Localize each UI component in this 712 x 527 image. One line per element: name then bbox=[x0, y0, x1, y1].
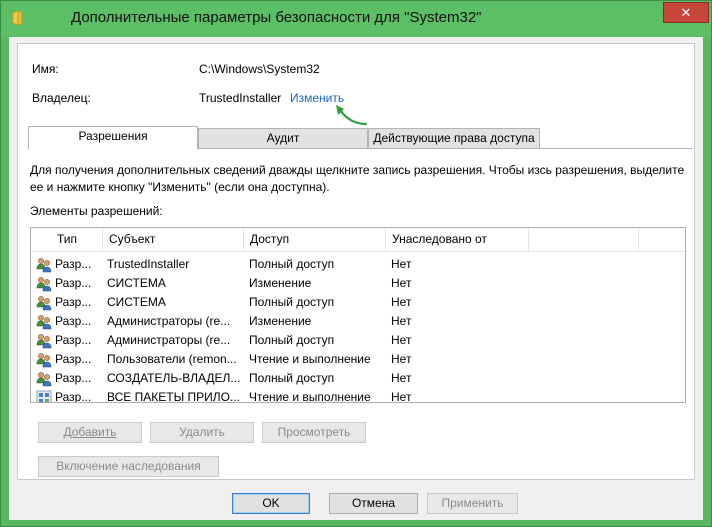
app-packages-icon bbox=[36, 390, 52, 402]
dialog-client-area: Имя: C:\Windows\System32 Владелец: Trust… bbox=[9, 37, 703, 520]
close-button[interactable]: ✕ bbox=[663, 2, 709, 23]
owner-value: TrustedInstaller bbox=[199, 91, 282, 105]
apply-button[interactable]: Применить bbox=[427, 493, 518, 514]
cell-inherited-from: Нет bbox=[391, 352, 412, 366]
cell-access: Полный доступ bbox=[249, 371, 335, 385]
table-header: Тип Субъект Доступ Унаследовано от bbox=[31, 228, 685, 252]
cell-access: Чтение и выполнение bbox=[249, 390, 371, 403]
window-title: Дополнительные параметры безопасности дл… bbox=[71, 9, 482, 26]
tab-strip: Разрешения Аудит Действующие права досту… bbox=[28, 126, 688, 150]
column-header-access[interactable]: Доступ bbox=[244, 228, 386, 252]
tab-effective-access[interactable]: Действующие права доступа bbox=[368, 128, 540, 149]
folder-icon bbox=[12, 10, 23, 26]
users-icon bbox=[36, 371, 52, 387]
table-row[interactable]: Разр... Администраторы (re... Изменение Нет bbox=[31, 312, 685, 331]
cell-principal: Администраторы (re... bbox=[107, 314, 231, 328]
cell-principal: СИСТЕМА bbox=[107, 295, 166, 309]
cell-access: Изменение bbox=[249, 314, 312, 328]
enable-inheritance-button[interactable]: Включение наследования bbox=[38, 456, 219, 477]
cell-access: Полный доступ bbox=[249, 333, 335, 347]
cell-access: Чтение и выполнение bbox=[249, 352, 371, 366]
cell-inherited-from: Нет bbox=[391, 257, 412, 271]
view-button[interactable]: Просмотреть bbox=[262, 422, 366, 443]
cell-type: Разр... bbox=[55, 371, 92, 385]
table-row[interactable]: Разр... ВСЕ ПАКЕТЫ ПРИЛО... Чтение и выпол… bbox=[31, 388, 685, 403]
table-row[interactable]: Разр... СИСТЕМА Изменение Нет bbox=[31, 274, 685, 293]
change-owner-link[interactable]: Изменить bbox=[290, 91, 344, 105]
cell-access: Изменение bbox=[249, 276, 312, 290]
cell-inherited-from: Нет bbox=[391, 295, 412, 309]
cell-principal: ВСЕ ПАКЕТЫ ПРИЛО... bbox=[107, 390, 240, 403]
add-button[interactable]: Добавить bbox=[38, 422, 142, 443]
cell-inherited-from: Нет bbox=[391, 371, 412, 385]
table-row[interactable]: Разр... СОЗДАТЕЛЬ-ВЛАДЕЛ... Полный доступ Н… bbox=[31, 369, 685, 388]
cell-principal: Пользователи (remon... bbox=[107, 352, 237, 366]
cell-type: Разр... bbox=[55, 352, 92, 366]
cell-type: Разр... bbox=[55, 276, 92, 290]
permission-entries-table[interactable]: Тип Субъект Доступ Унаследовано от Разр.… bbox=[30, 227, 686, 403]
cancel-button[interactable]: Отмена bbox=[329, 493, 418, 514]
cell-inherited-from: Нет bbox=[391, 314, 412, 328]
cell-principal: Администраторы (re... bbox=[107, 333, 231, 347]
users-icon bbox=[36, 314, 52, 330]
owner-label: Владелец: bbox=[32, 91, 91, 105]
column-header-principal[interactable]: Субъект bbox=[103, 228, 244, 252]
users-icon bbox=[36, 333, 52, 349]
table-row[interactable]: Разр... СИСТЕМА Полный доступ Нет bbox=[31, 293, 685, 312]
users-icon bbox=[36, 295, 52, 311]
users-icon bbox=[36, 352, 52, 368]
cell-type: Разр... bbox=[55, 295, 92, 309]
permission-entries-label: Элементы разрешений: bbox=[30, 204, 163, 218]
column-header-inherited-from[interactable]: Унаследовано от bbox=[386, 228, 529, 252]
tab-permissions[interactable]: Разрешения bbox=[28, 126, 198, 150]
content-panel: Имя: C:\Windows\System32 Владелец: Trust… bbox=[17, 43, 695, 480]
tab-audit[interactable]: Аудит bbox=[198, 128, 368, 149]
table-row[interactable]: Разр... Пользователи (remon... Чтение и вы… bbox=[31, 350, 685, 369]
column-header-spacer bbox=[529, 228, 639, 252]
cell-type: Разр... bbox=[55, 257, 92, 271]
cell-inherited-from: Нет bbox=[391, 276, 412, 290]
users-icon bbox=[36, 276, 52, 292]
name-value: C:\Windows\System32 bbox=[199, 62, 320, 76]
add-button-label: Добавить bbox=[63, 425, 117, 439]
table-row[interactable]: Разр... TrustedInstaller Полный доступ Нет bbox=[31, 255, 685, 274]
permissions-description: Для получения дополнительных сведений дв… bbox=[30, 163, 685, 194]
table-row[interactable]: Разр... Администраторы (re... Полный досту… bbox=[31, 331, 685, 350]
cell-type: Разр... bbox=[55, 390, 92, 403]
remove-button[interactable]: Удалить bbox=[150, 422, 254, 443]
name-label: Имя: bbox=[32, 62, 59, 76]
ok-button[interactable]: OK bbox=[232, 493, 310, 514]
cell-principal: СОЗДАТЕЛЬ-ВЛАДЕЛ... bbox=[107, 371, 241, 385]
users-icon bbox=[36, 257, 52, 273]
cell-inherited-from: Нет bbox=[391, 333, 412, 347]
cell-type: Разр... bbox=[55, 333, 92, 347]
cell-type: Разр... bbox=[55, 314, 92, 328]
cell-access: Полный доступ bbox=[249, 257, 335, 271]
cell-principal: TrustedInstaller bbox=[107, 257, 190, 271]
security-dialog-window: Дополнительные параметры безопасности дл… bbox=[0, 0, 712, 527]
annotation-arrow-icon bbox=[336, 105, 368, 126]
column-header-type[interactable]: Тип bbox=[51, 228, 103, 252]
cell-principal: СИСТЕМА bbox=[107, 276, 166, 290]
cell-access: Полный доступ bbox=[249, 295, 335, 309]
title-bar[interactable]: Дополнительные параметры безопасности дл… bbox=[1, 1, 711, 37]
cell-inherited-from: Нет bbox=[391, 390, 412, 403]
